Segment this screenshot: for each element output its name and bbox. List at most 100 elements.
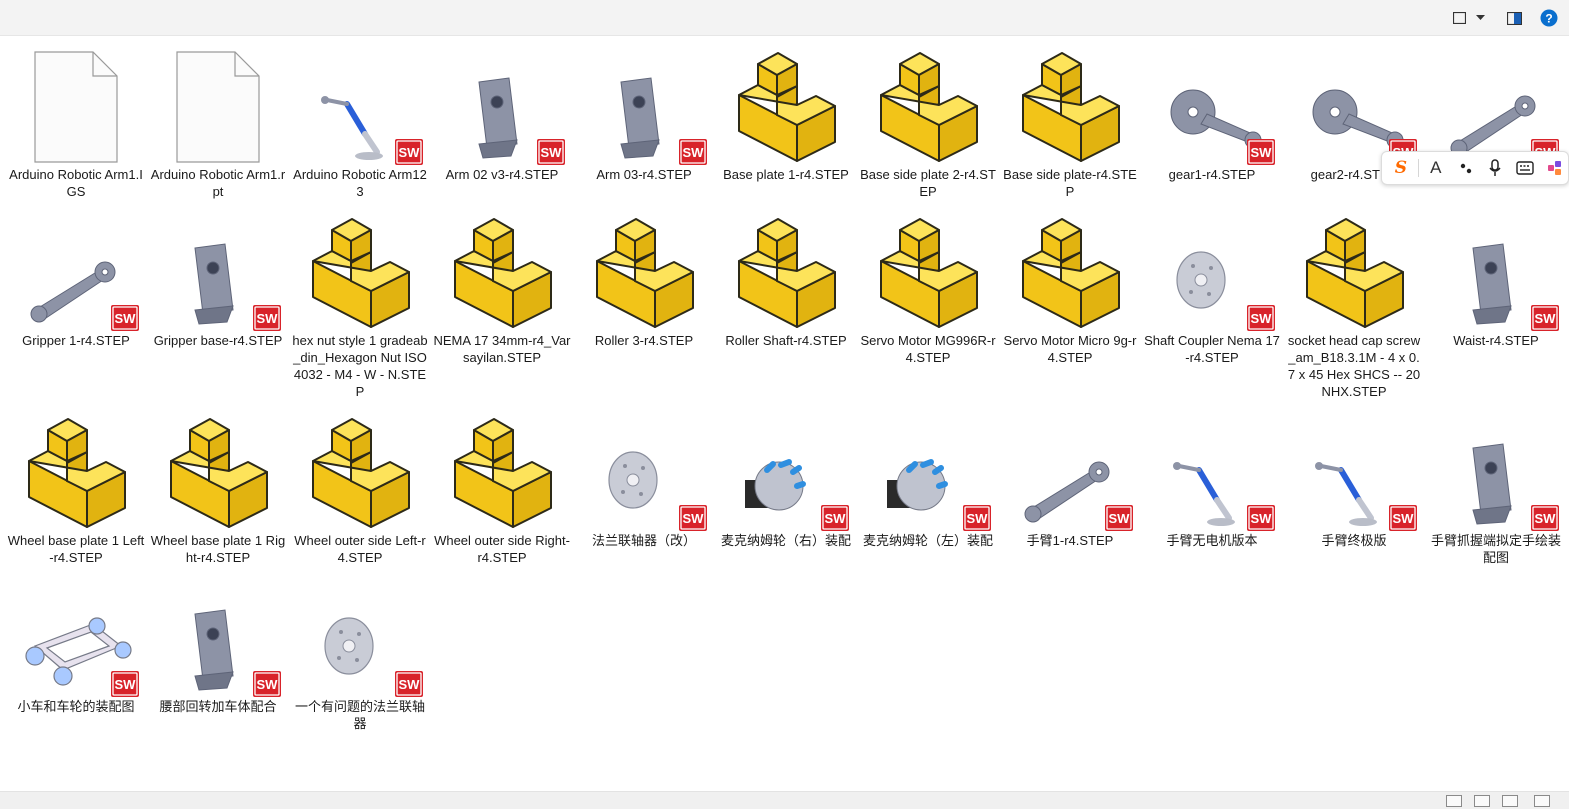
step-file-icon xyxy=(289,210,431,332)
svg-text:SW: SW xyxy=(1251,145,1273,160)
file-item[interactable]: Base plate 1-r4.STEP xyxy=(715,44,857,183)
file-name: Wheel base plate 1 Left-r4.STEP xyxy=(7,533,145,565)
model-part-icon: SW xyxy=(573,44,715,166)
file-item[interactable]: Servo Motor MG996R-r4.STEP xyxy=(857,210,999,366)
file-name: 腰部回转加车体配合 xyxy=(159,699,277,714)
model-part-icon: SW xyxy=(1425,210,1567,332)
file-name: Arm 03-r4.STEP xyxy=(596,167,692,182)
model-link-icon: SW xyxy=(999,410,1141,532)
solidworks-badge-icon: SW xyxy=(963,505,991,531)
file-item[interactable]: SW Arm 03-r4.STEP xyxy=(573,44,715,183)
svg-text:SW: SW xyxy=(399,677,421,692)
step-file-icon xyxy=(431,410,573,532)
model-arm-assembly-icon: SW xyxy=(1141,410,1283,532)
file-name: Roller 3-r4.STEP xyxy=(594,333,694,348)
solidworks-badge-icon: SW xyxy=(1247,305,1275,331)
model-disc-icon: SW xyxy=(289,576,431,698)
file-item[interactable]: SW Gripper 1-r4.STEP xyxy=(5,210,147,349)
file-name: 法兰联轴器（改） xyxy=(591,533,696,548)
model-disc-icon: SW xyxy=(1141,210,1283,332)
file-name: Base side plate-r4.STEP xyxy=(1003,167,1137,199)
step-file-icon xyxy=(147,410,289,532)
file-name: socket head cap screw_am_B18.3.1M - 4 x … xyxy=(1287,333,1421,399)
file-item[interactable]: Servo Motor Micro 9g-r4.STEP xyxy=(999,210,1141,366)
file-item[interactable]: SW 法兰联轴器（改） xyxy=(573,410,715,549)
large-icons-view-icon[interactable] xyxy=(1502,795,1518,807)
file-item[interactable]: Arduino Robotic Arm1.rpt xyxy=(147,44,289,200)
solidworks-badge-icon: SW xyxy=(1531,505,1559,531)
blank-file-icon xyxy=(147,44,289,166)
file-item[interactable]: Roller Shaft-r4.STEP xyxy=(715,210,857,349)
file-item[interactable]: SW Arm 02 v3-r4.STEP xyxy=(431,44,573,183)
file-name: Gripper base-r4.STEP xyxy=(153,333,283,348)
solidworks-badge-icon: SW xyxy=(1105,505,1133,531)
file-item[interactable]: SW 手臂终极版 xyxy=(1283,410,1425,549)
file-name: Shaft Coupler Nema 17-r4.STEP xyxy=(1144,333,1280,365)
help-button[interactable]: ? xyxy=(1540,9,1558,27)
file-item[interactable]: Wheel base plate 1 Left-r4.STEP xyxy=(5,410,147,566)
file-name: Arduino Robotic Arm1.IGS xyxy=(9,167,143,199)
file-item[interactable]: Roller 3-r4.STEP xyxy=(573,210,715,349)
svg-text:SW: SW xyxy=(399,145,421,160)
punctuation-icon[interactable] xyxy=(1453,155,1479,181)
solidworks-badge-icon: SW xyxy=(821,505,849,531)
ime-logo-icon[interactable]: S xyxy=(1388,155,1414,181)
svg-text:SW: SW xyxy=(825,511,847,526)
step-file-icon xyxy=(999,44,1141,166)
solidworks-badge-icon: SW xyxy=(253,305,281,331)
file-item[interactable]: SW 腰部回转加车体配合 xyxy=(147,576,289,715)
svg-text:SW: SW xyxy=(1535,311,1557,326)
file-item[interactable]: NEMA 17 34mm-r4_Varsayilan.STEP xyxy=(431,210,573,366)
file-name: 手臂终极版 xyxy=(1321,533,1387,548)
file-item[interactable]: SW Waist-r4.STEP xyxy=(1425,210,1567,349)
file-item[interactable]: SW 手臂无电机版本 xyxy=(1141,410,1283,549)
svg-text:SW: SW xyxy=(257,311,279,326)
file-item[interactable]: Wheel base plate 1 Right-r4.STEP xyxy=(147,410,289,566)
file-item[interactable]: SW 小车和车轮的装配图 xyxy=(5,576,147,715)
tiles-view-icon[interactable] xyxy=(1474,795,1490,807)
model-disc-icon: SW xyxy=(573,410,715,532)
font-icon[interactable]: A xyxy=(1423,155,1449,181)
file-name: Arm 02 v3-r4.STEP xyxy=(445,167,559,182)
keyboard-icon[interactable] xyxy=(1512,155,1538,181)
file-name: Wheel outer side Right-r4.STEP xyxy=(434,533,570,565)
svg-text:SW: SW xyxy=(1251,511,1273,526)
file-item[interactable]: Wheel outer side Right-r4.STEP xyxy=(431,410,573,566)
file-name: Waist-r4.STEP xyxy=(1453,333,1539,348)
file-item[interactable]: SW 手臂1-r4.STEP xyxy=(999,410,1141,549)
file-item[interactable]: Base side plate 2-r4.STEP xyxy=(857,44,999,200)
file-item[interactable]: SW Gripper base-r4.STEP xyxy=(147,210,289,349)
file-item[interactable]: Base side plate-r4.STEP xyxy=(999,44,1141,200)
file-item[interactable]: Wheel outer side Left-r4.STEP xyxy=(289,410,431,566)
file-name: 手臂1-r4.STEP xyxy=(1026,533,1114,548)
file-name: Servo Motor Micro 9g-r4.STEP xyxy=(1003,333,1137,365)
file-item[interactable]: socket head cap screw_am_B18.3.1M - 4 x … xyxy=(1283,210,1425,400)
skin-icon[interactable] xyxy=(1542,155,1568,181)
solidworks-badge-icon: SW xyxy=(1389,505,1417,531)
solidworks-badge-icon: SW xyxy=(1247,505,1275,531)
file-name: hex nut style 1 gradeab_din_Hexagon Nut … xyxy=(292,333,428,399)
file-item[interactable]: SW gear1-r4.STEP xyxy=(1141,44,1283,183)
file-item[interactable]: SW 手臂抓握端拟定手绘装配图 xyxy=(1425,410,1567,566)
file-name: Roller Shaft-r4.STEP xyxy=(725,333,847,348)
details-view-icon[interactable] xyxy=(1446,795,1462,807)
preview-pane-icon[interactable] xyxy=(1506,9,1522,27)
svg-text:SW: SW xyxy=(115,311,137,326)
file-item[interactable]: SW 麦克纳姆轮（左）装配 xyxy=(857,410,999,549)
file-item[interactable]: hex nut style 1 gradeab_din_Hexagon Nut … xyxy=(289,210,431,400)
step-file-icon xyxy=(1283,210,1425,332)
file-item[interactable]: SW 麦克纳姆轮（右）装配 xyxy=(715,410,857,549)
model-link-icon: SW xyxy=(1425,44,1567,166)
step-file-icon xyxy=(5,410,147,532)
model-gear-icon: SW xyxy=(1141,44,1283,166)
file-item[interactable]: SW Arduino Robotic Arm123 xyxy=(289,44,431,200)
microphone-icon[interactable] xyxy=(1482,155,1508,181)
file-item[interactable]: SW 一个有问题的法兰联轴器 xyxy=(289,576,431,732)
file-item[interactable]: Arduino Robotic Arm1.IGS xyxy=(5,44,147,200)
file-item[interactable]: SW Shaft Coupler Nema 17-r4.STEP xyxy=(1141,210,1283,366)
view-layout-icon[interactable] xyxy=(1452,9,1466,27)
chevron-down-icon[interactable] xyxy=(1474,9,1486,27)
list-view-icon[interactable] xyxy=(1534,795,1550,807)
file-name: 小车和车轮的装配图 xyxy=(17,699,135,714)
file-name: 手臂抓握端拟定手绘装配图 xyxy=(1430,533,1561,565)
